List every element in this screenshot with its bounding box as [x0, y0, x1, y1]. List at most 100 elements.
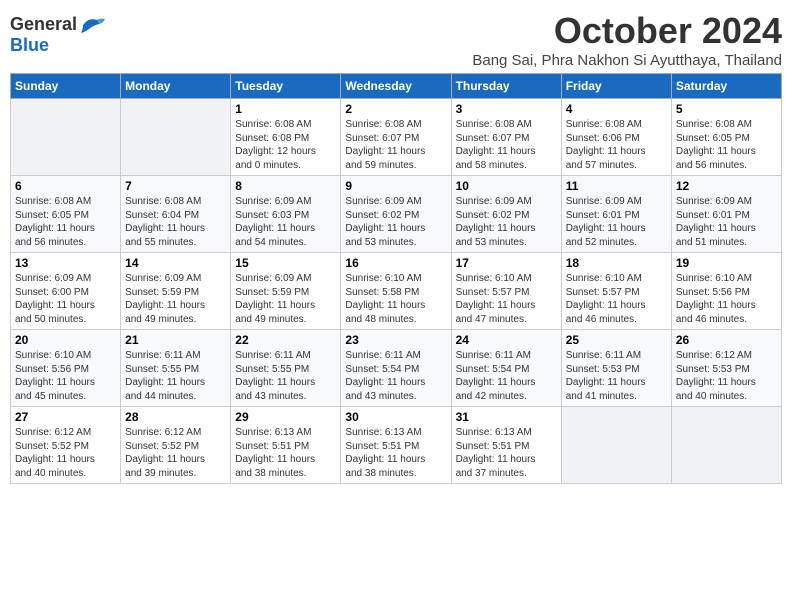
calendar-cell: 11 Sunrise: 6:09 AM Sunset: 6:01 PM Dayli… — [561, 176, 671, 253]
weekday-header-sunday: Sunday — [11, 74, 121, 99]
day-number: 6 — [15, 179, 116, 193]
day-number: 14 — [125, 256, 226, 270]
title-section: October 2024 Bang Sai, Phra Nakhon Si Ay… — [472, 10, 782, 69]
header: General Blue October 2024 Bang Sai, Phra… — [10, 10, 782, 69]
day-detail: Sunrise: 6:08 AM Sunset: 6:04 PM Dayligh… — [125, 195, 226, 249]
day-number: 10 — [456, 179, 557, 193]
calendar-table: SundayMondayTuesdayWednesdayThursdayFrid… — [10, 73, 782, 484]
weekday-header-monday: Monday — [121, 74, 231, 99]
calendar-cell: 14 Sunrise: 6:09 AM Sunset: 5:59 PM Dayli… — [121, 253, 231, 330]
day-detail: Sunrise: 6:08 AM Sunset: 6:06 PM Dayligh… — [566, 118, 667, 172]
day-detail: Sunrise: 6:09 AM Sunset: 5:59 PM Dayligh… — [125, 272, 226, 326]
day-number: 5 — [676, 102, 777, 116]
calendar-cell: 30 Sunrise: 6:13 AM Sunset: 5:51 PM Dayli… — [341, 407, 451, 484]
calendar-cell: 23 Sunrise: 6:11 AM Sunset: 5:54 PM Dayli… — [341, 330, 451, 407]
day-number: 1 — [235, 102, 336, 116]
day-number: 30 — [345, 410, 446, 424]
logo-blue-text: Blue — [10, 35, 49, 56]
calendar-cell: 12Sunrise: 6:09 AM Sunset: 6:01 PM Dayli… — [671, 176, 781, 253]
calendar-cell — [11, 99, 121, 176]
logo-general-text: General — [10, 14, 77, 35]
calendar-cell: 3 Sunrise: 6:08 AM Sunset: 6:07 PM Daylig… — [451, 99, 561, 176]
calendar-cell: 19Sunrise: 6:10 AM Sunset: 5:56 PM Dayli… — [671, 253, 781, 330]
day-number: 8 — [235, 179, 336, 193]
day-detail: Sunrise: 6:09 AM Sunset: 6:01 PM Dayligh… — [676, 195, 777, 249]
day-number: 20 — [15, 333, 116, 347]
day-detail: Sunrise: 6:10 AM Sunset: 5:56 PM Dayligh… — [15, 349, 116, 403]
day-number: 18 — [566, 256, 667, 270]
calendar-cell: 4 Sunrise: 6:08 AM Sunset: 6:06 PM Daylig… — [561, 99, 671, 176]
day-number: 19 — [676, 256, 777, 270]
day-detail: Sunrise: 6:09 AM Sunset: 6:03 PM Dayligh… — [235, 195, 336, 249]
calendar-cell — [561, 407, 671, 484]
day-detail: Sunrise: 6:08 AM Sunset: 6:08 PM Dayligh… — [235, 118, 336, 172]
calendar-cell: 5 Sunrise: 6:08 AM Sunset: 6:05 PM Daylig… — [671, 99, 781, 176]
day-detail: Sunrise: 6:09 AM Sunset: 6:00 PM Dayligh… — [15, 272, 116, 326]
day-detail: Sunrise: 6:08 AM Sunset: 6:05 PM Dayligh… — [676, 118, 777, 172]
weekday-header-saturday: Saturday — [671, 74, 781, 99]
weekday-header-row: SundayMondayTuesdayWednesdayThursdayFrid… — [11, 74, 782, 99]
day-detail: Sunrise: 6:11 AM Sunset: 5:54 PM Dayligh… — [456, 349, 557, 403]
weekday-header-friday: Friday — [561, 74, 671, 99]
calendar-cell: 20 Sunrise: 6:10 AM Sunset: 5:56 PM Dayli… — [11, 330, 121, 407]
day-detail: Sunrise: 6:10 AM Sunset: 5:57 PM Dayligh… — [566, 272, 667, 326]
day-detail: Sunrise: 6:10 AM Sunset: 5:57 PM Dayligh… — [456, 272, 557, 326]
day-number: 26 — [676, 333, 777, 347]
calendar-week-row: 13 Sunrise: 6:09 AM Sunset: 6:00 PM Dayli… — [11, 253, 782, 330]
weekday-header-wednesday: Wednesday — [341, 74, 451, 99]
calendar-cell — [121, 99, 231, 176]
day-number: 29 — [235, 410, 336, 424]
calendar-cell: 13 Sunrise: 6:09 AM Sunset: 6:00 PM Dayli… — [11, 253, 121, 330]
day-number: 16 — [345, 256, 446, 270]
day-detail: Sunrise: 6:08 AM Sunset: 6:07 PM Dayligh… — [456, 118, 557, 172]
day-number: 3 — [456, 102, 557, 116]
day-detail: Sunrise: 6:12 AM Sunset: 5:53 PM Dayligh… — [676, 349, 777, 403]
day-number: 23 — [345, 333, 446, 347]
day-detail: Sunrise: 6:12 AM Sunset: 5:52 PM Dayligh… — [125, 426, 226, 480]
day-number: 24 — [456, 333, 557, 347]
calendar-cell: 28 Sunrise: 6:12 AM Sunset: 5:52 PM Dayli… — [121, 407, 231, 484]
calendar-cell: 24 Sunrise: 6:11 AM Sunset: 5:54 PM Dayli… — [451, 330, 561, 407]
calendar-cell: 9Sunrise: 6:09 AM Sunset: 6:02 PM Daylig… — [341, 176, 451, 253]
day-detail: Sunrise: 6:13 AM Sunset: 5:51 PM Dayligh… — [235, 426, 336, 480]
day-number: 27 — [15, 410, 116, 424]
day-detail: Sunrise: 6:10 AM Sunset: 5:58 PM Dayligh… — [345, 272, 446, 326]
month-title: October 2024 — [472, 10, 782, 52]
day-detail: Sunrise: 6:13 AM Sunset: 5:51 PM Dayligh… — [345, 426, 446, 480]
day-number: 21 — [125, 333, 226, 347]
calendar-cell: 8 Sunrise: 6:09 AM Sunset: 6:03 PM Daylig… — [231, 176, 341, 253]
day-detail: Sunrise: 6:12 AM Sunset: 5:52 PM Dayligh… — [15, 426, 116, 480]
calendar-cell: 7 Sunrise: 6:08 AM Sunset: 6:04 PM Daylig… — [121, 176, 231, 253]
calendar-cell: 31Sunrise: 6:13 AM Sunset: 5:51 PM Dayli… — [451, 407, 561, 484]
logo: General Blue — [10, 14, 107, 56]
day-detail: Sunrise: 6:09 AM Sunset: 6:01 PM Dayligh… — [566, 195, 667, 249]
day-number: 22 — [235, 333, 336, 347]
day-detail: Sunrise: 6:09 AM Sunset: 5:59 PM Dayligh… — [235, 272, 336, 326]
day-number: 13 — [15, 256, 116, 270]
day-number: 4 — [566, 102, 667, 116]
calendar-cell: 10Sunrise: 6:09 AM Sunset: 6:02 PM Dayli… — [451, 176, 561, 253]
day-detail: Sunrise: 6:08 AM Sunset: 6:05 PM Dayligh… — [15, 195, 116, 249]
calendar-cell: 6 Sunrise: 6:08 AM Sunset: 6:05 PM Daylig… — [11, 176, 121, 253]
day-number: 28 — [125, 410, 226, 424]
day-number: 2 — [345, 102, 446, 116]
calendar-cell: 27 Sunrise: 6:12 AM Sunset: 5:52 PM Dayli… — [11, 407, 121, 484]
day-detail: Sunrise: 6:11 AM Sunset: 5:55 PM Dayligh… — [125, 349, 226, 403]
calendar-cell: 22 Sunrise: 6:11 AM Sunset: 5:55 PM Dayli… — [231, 330, 341, 407]
weekday-header-tuesday: Tuesday — [231, 74, 341, 99]
location-title: Bang Sai, Phra Nakhon Si Ayutthaya, Thai… — [472, 52, 782, 69]
day-number: 7 — [125, 179, 226, 193]
day-number: 31 — [456, 410, 557, 424]
day-detail: Sunrise: 6:11 AM Sunset: 5:54 PM Dayligh… — [345, 349, 446, 403]
calendar-cell: 26 Sunrise: 6:12 AM Sunset: 5:53 PM Dayli… — [671, 330, 781, 407]
day-detail: Sunrise: 6:11 AM Sunset: 5:55 PM Dayligh… — [235, 349, 336, 403]
calendar-week-row: 6 Sunrise: 6:08 AM Sunset: 6:05 PM Daylig… — [11, 176, 782, 253]
calendar-week-row: 27 Sunrise: 6:12 AM Sunset: 5:52 PM Dayli… — [11, 407, 782, 484]
day-detail: Sunrise: 6:08 AM Sunset: 6:07 PM Dayligh… — [345, 118, 446, 172]
calendar-cell: 18 Sunrise: 6:10 AM Sunset: 5:57 PM Dayli… — [561, 253, 671, 330]
calendar-cell — [671, 407, 781, 484]
calendar-cell: 16 Sunrise: 6:10 AM Sunset: 5:58 PM Dayli… — [341, 253, 451, 330]
day-number: 11 — [566, 179, 667, 193]
calendar-week-row: 1 Sunrise: 6:08 AM Sunset: 6:08 PM Daylig… — [11, 99, 782, 176]
day-number: 17 — [456, 256, 557, 270]
